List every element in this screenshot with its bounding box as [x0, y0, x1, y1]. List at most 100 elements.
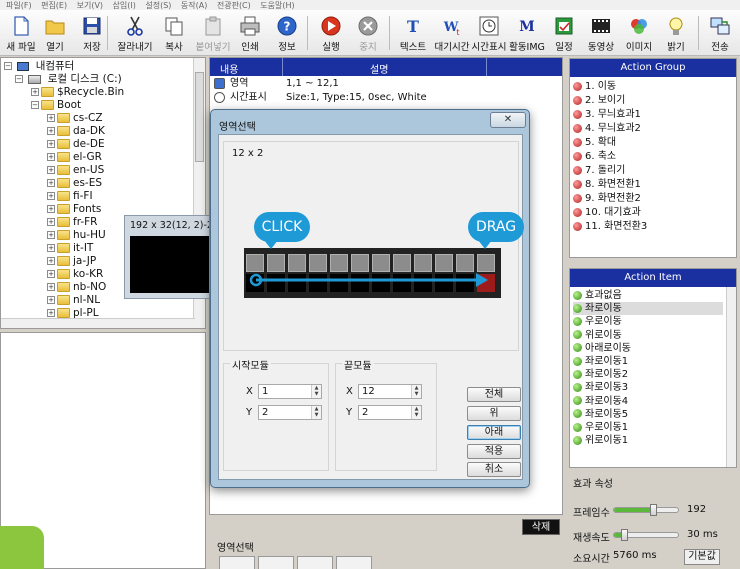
text-button[interactable]: T 텍스트 — [392, 12, 434, 54]
frame-count-slider[interactable] — [613, 504, 679, 516]
menu-action[interactable]: 동작(A) — [181, 2, 207, 10]
module-cell[interactable] — [435, 274, 453, 292]
module-cell[interactable] — [477, 254, 495, 272]
run-button[interactable]: 실행 — [310, 12, 352, 54]
action-item[interactable]: 좌로이동2 — [573, 368, 723, 381]
tree-item-folder[interactable]: + en-US — [47, 164, 104, 177]
image-button[interactable]: 이미지 — [618, 12, 660, 54]
action-group-item[interactable]: 4. 무늬효과2 — [573, 122, 641, 135]
action-group-item[interactable]: 9. 화면전환2 — [573, 192, 641, 205]
tree-item-folder[interactable]: + el-GR — [47, 151, 102, 164]
expand-icon[interactable]: + — [47, 192, 55, 200]
tree-item-folder[interactable]: − Boot — [31, 99, 81, 112]
cut-button[interactable]: 잘라내기 — [114, 12, 156, 54]
stepper-arrows-icon[interactable]: ▲ ▼ — [311, 385, 321, 398]
apply-button[interactable]: 적용 — [467, 444, 521, 459]
header-content[interactable]: 내용 — [220, 61, 238, 76]
tree-item-folder[interactable]: + nl-NL — [47, 294, 100, 307]
select-all-button[interactable]: 전체 — [467, 387, 521, 402]
up-button[interactable]: 위 — [467, 406, 521, 421]
expand-icon[interactable]: + — [47, 166, 55, 174]
expand-icon[interactable]: + — [47, 309, 55, 317]
tree-item-folder[interactable]: + ko-KR — [47, 268, 103, 281]
down-button[interactable]: 아래 — [467, 425, 521, 440]
action-group-item[interactable]: 1. 이동 — [573, 80, 616, 93]
stepper-arrows-icon[interactable]: ▲ ▼ — [411, 385, 421, 398]
stepper-arrows-icon[interactable]: ▲ ▼ — [411, 406, 421, 419]
action-item[interactable]: 좌로이동3 — [573, 381, 723, 394]
paste-button[interactable]: 붙여넣기 — [192, 12, 234, 54]
tree-item-folder[interactable]: + it-IT — [47, 242, 93, 255]
action-group-item[interactable]: 8. 화면전환1 — [573, 178, 641, 191]
action-group-item[interactable]: 5. 확대 — [573, 136, 616, 149]
module-cell[interactable] — [330, 254, 348, 272]
module-cell[interactable] — [393, 254, 411, 272]
action-item-scrollbar[interactable] — [726, 287, 736, 467]
action-group-item[interactable]: 6. 축소 — [573, 150, 616, 163]
header-description[interactable]: 설명 — [370, 61, 388, 76]
collapse-icon[interactable]: − — [31, 101, 39, 109]
module-cell[interactable] — [393, 274, 411, 292]
region-slot[interactable] — [297, 556, 333, 569]
end-x-stepper[interactable]: 12 ▲ ▼ — [358, 384, 422, 399]
action-group-item[interactable]: 3. 무늬효과1 — [573, 108, 641, 121]
tree-item-folder[interactable]: + $Recycle.Bin — [31, 86, 124, 99]
action-item[interactable]: 위로이동1 — [573, 434, 723, 447]
end-y-stepper[interactable]: 2 ▲ ▼ — [358, 405, 422, 420]
action-item[interactable]: 좌로이동 — [573, 302, 723, 316]
brightness-button[interactable]: 밝기 — [655, 12, 697, 54]
menu-settings[interactable]: 설정(S) — [145, 2, 171, 10]
tree-item-folder[interactable]: + da-DK — [47, 125, 105, 138]
delete-button[interactable]: 삭제 — [522, 519, 560, 535]
tree-horizontal-scrollbar[interactable] — [1, 318, 195, 328]
tree-item-folder[interactable]: + de-DE — [47, 138, 105, 151]
tree-item-folder[interactable]: + es-ES — [47, 177, 102, 190]
stepper-arrows-icon[interactable]: ▲ ▼ — [311, 406, 321, 419]
module-cell[interactable] — [288, 274, 306, 292]
time-display-button[interactable]: 시간표시 — [468, 12, 510, 54]
module-cell[interactable] — [414, 254, 432, 272]
module-cell[interactable] — [372, 254, 390, 272]
tree-item-folder[interactable]: + Fonts — [47, 203, 101, 216]
tree-item-folder[interactable]: + hu-HU — [47, 229, 106, 242]
module-cell[interactable] — [456, 274, 474, 292]
action-item[interactable]: 우로이동 — [573, 315, 723, 328]
menu-edit[interactable]: 편집(E) — [41, 2, 67, 10]
module-cell[interactable] — [456, 254, 474, 272]
open-button[interactable]: 열기 — [34, 12, 76, 54]
action-item[interactable]: 위로이동 — [573, 329, 723, 342]
region-slot[interactable] — [336, 556, 372, 569]
action-item[interactable]: 좌로이동5 — [573, 408, 723, 421]
close-icon[interactable]: ✕ — [490, 112, 526, 128]
action-group-panel[interactable]: Action Group 1. 이동 2. 보이기 3. 무늬효과1 4. 무늬효과2… — [569, 58, 737, 258]
menu-help[interactable]: 도움말(H) — [260, 2, 294, 10]
action-item[interactable]: 좌로이동4 — [573, 395, 723, 408]
content-row-region[interactable]: 영역 1,1 ~ 12,1 — [210, 77, 562, 91]
tree-item-folder[interactable]: + fr-FR — [47, 216, 97, 229]
collapse-icon[interactable]: − — [15, 75, 23, 83]
action-item[interactable]: 우로이동1 — [573, 421, 723, 434]
content-row-time-display[interactable]: 시간표시 Size:1, Type:15, 0sec, White — [210, 91, 562, 105]
tree-item-folder[interactable]: + cs-CZ — [47, 112, 103, 125]
stop-button[interactable]: 중지 — [347, 12, 389, 54]
reset-default-button[interactable]: 기본값 — [684, 549, 720, 565]
module-cell[interactable] — [246, 274, 264, 292]
module-cell[interactable] — [330, 274, 348, 292]
expand-icon[interactable]: + — [47, 257, 55, 265]
action-group-item[interactable]: 7. 돌리기 — [573, 164, 625, 177]
play-speed-slider[interactable] — [613, 529, 679, 541]
slider-knob[interactable] — [621, 529, 628, 541]
video-button[interactable]: 동영상 — [580, 12, 622, 54]
region-slot[interactable] — [219, 556, 255, 569]
slider-knob[interactable] — [650, 504, 657, 516]
tree-item-folder[interactable]: + nb-NO — [47, 281, 106, 294]
expand-icon[interactable]: + — [47, 127, 55, 135]
start-x-stepper[interactable]: 1 ▲ ▼ — [258, 384, 322, 399]
expand-icon[interactable]: + — [47, 114, 55, 122]
print-button[interactable]: 인쇄 — [229, 12, 271, 54]
tree-item-my-computer[interactable]: − 내컴퓨터 — [4, 60, 74, 73]
copy-button[interactable]: 복사 — [153, 12, 195, 54]
expand-icon[interactable]: + — [47, 231, 55, 239]
wait-time-button[interactable]: Wt 대기시간 — [431, 12, 473, 54]
module-grid[interactable] — [244, 248, 501, 298]
